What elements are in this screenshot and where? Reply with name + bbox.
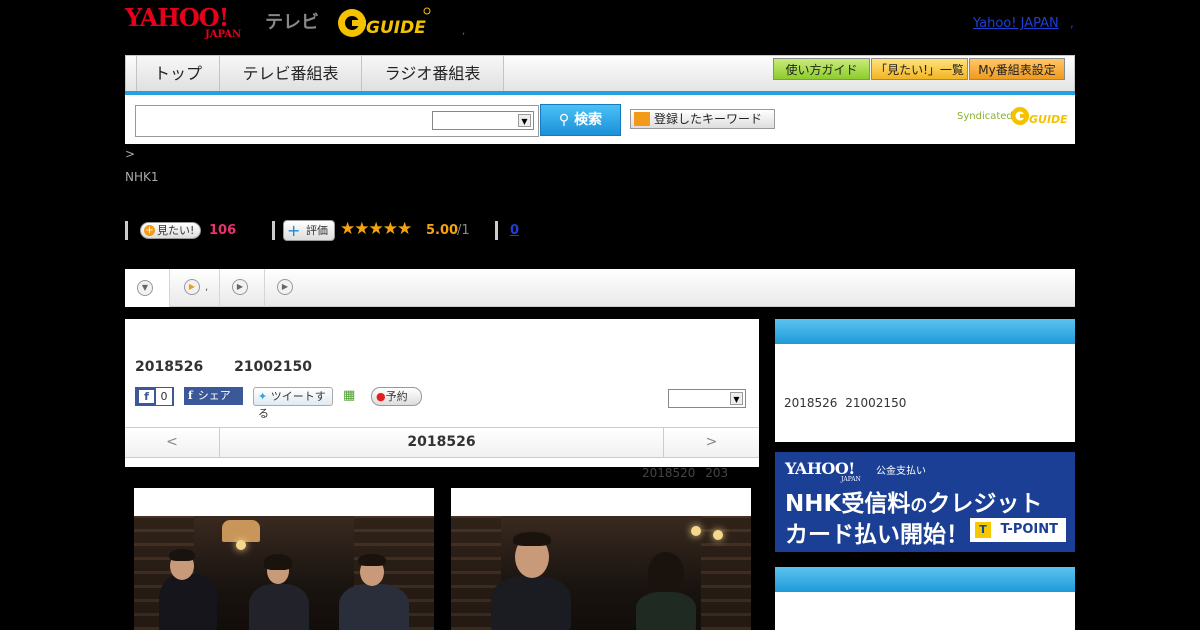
dropdown-arrow-icon — [634, 112, 650, 126]
channel-name: NHK1 — [125, 170, 159, 184]
want-list-button[interactable]: 「見たい!」一覧 — [871, 58, 968, 80]
subtab-2-label: , — [205, 282, 209, 293]
facebook-like-count: 0 — [156, 388, 172, 405]
reserve-button[interactable]: ●予約 — [371, 387, 422, 406]
rating-count: /1 — [457, 223, 470, 238]
usage-guide-button[interactable]: 使い方ガイド — [773, 58, 870, 80]
ad-headline-part: の — [910, 496, 928, 516]
play-icon: ▶ — [184, 279, 200, 295]
svg-text:GUIDE: GUIDE — [1029, 113, 1068, 126]
divider — [495, 221, 498, 240]
rate-button[interactable]: + 評価 — [283, 220, 335, 241]
ad-subtitle: 公金支払い — [876, 466, 926, 477]
saved-keywords-label: 登録したキーワード — [654, 112, 763, 126]
select-arrow-icon: ▼ — [518, 114, 531, 127]
sidebar-box-header — [775, 319, 1075, 344]
tpoint-label: T-POINT — [1000, 522, 1058, 537]
air-time: 2018526 21002150 — [135, 359, 312, 375]
previous-date-button[interactable]: < — [125, 428, 220, 457]
select-arrow-icon: ▼ — [730, 392, 743, 405]
tweet-button[interactable]: ✦ ツイートする — [253, 387, 333, 420]
program-photo — [451, 516, 751, 630]
ad-headline-part: NHK受信料 — [785, 491, 911, 517]
ad-tpoint-badge: T T-POINT — [970, 518, 1066, 542]
page: YAHOO! JAPAN テレビ GUIDE , Yahoo! JAPAN , … — [0, 0, 1200, 630]
program-detail-panel: 2018526 21002150 f0 f シェア ✦ ツイートする ▦ ●予約 … — [125, 319, 759, 467]
record-icon: ● — [376, 390, 386, 403]
subtab-4[interactable]: ▶ — [265, 269, 310, 307]
gguide-logo[interactable]: GUIDE — [336, 6, 432, 40]
tab-tv-schedule[interactable]: テレビ番組表 — [220, 56, 362, 91]
divider — [125, 221, 128, 240]
plus-icon: + — [287, 221, 301, 240]
rating-stars: ★★★★★ — [340, 219, 412, 239]
program-photo — [134, 516, 434, 630]
facebook-icon: f — [139, 390, 154, 403]
facebook-share-button[interactable]: f シェア — [184, 387, 243, 405]
global-nav: トップ テレビ番組表 ラジオ番組表 使い方ガイド 「見たい!」一覧 My番組表設… — [125, 55, 1075, 92]
program-select[interactable]: ▼ — [668, 389, 746, 408]
tab-radio-schedule[interactable]: ラジオ番組表 — [362, 56, 504, 91]
want-count: 106 — [209, 223, 237, 238]
saved-keywords-button[interactable]: 登録したキーワード — [630, 109, 775, 129]
search-area: ▼ ⚲ 検索 登録したキーワード Syndicated GUIDE — [125, 95, 1075, 144]
date-navigation: < 2018526 > — [125, 427, 759, 458]
sidebar-broadcast-box: 2018526 21002150 — [775, 319, 1075, 442]
divider — [272, 221, 275, 240]
ad-yahoo-japan: JAPAN — [841, 476, 861, 483]
header-comma: , — [1070, 16, 1074, 30]
want-button[interactable]: + 見たい! — [140, 222, 202, 239]
subtab-2[interactable]: ▶ , — [170, 269, 220, 307]
updated-timestamp: 2018520 203 — [642, 466, 729, 480]
search-button-label: 検索 — [574, 112, 603, 128]
share-label: シェア — [197, 389, 231, 402]
chevron-down-icon: ▼ — [137, 280, 153, 296]
search-button[interactable]: ⚲ 検索 — [540, 104, 621, 136]
plus-icon: + — [144, 225, 155, 236]
review-count-link[interactable]: 0 — [510, 223, 519, 238]
syndicated-gguide-logo: GUIDE — [1011, 107, 1068, 126]
svg-text:GUIDE: GUIDE — [366, 18, 426, 38]
reserve-label: 予約 — [385, 390, 408, 403]
subtab-3[interactable]: ▶ — [220, 269, 265, 307]
tpoint-icon: T — [975, 522, 991, 538]
play-icon: ▶ — [232, 279, 248, 295]
syndicated-label: Syndicated — [957, 111, 1013, 122]
ad-headline-1: NHK受信料のクレジット — [785, 484, 1042, 518]
next-date-button[interactable]: > — [663, 428, 759, 457]
program-image-card[interactable] — [451, 488, 751, 630]
current-date: 2018526 — [407, 434, 476, 450]
tab-top[interactable]: トップ — [136, 56, 220, 91]
calendar-add-icon[interactable]: ▦ — [343, 388, 359, 404]
ad-headline-2: カード払い開始！ — [785, 522, 969, 548]
my-schedule-settings-button[interactable]: My番組表設定 — [969, 58, 1065, 80]
facebook-like-button[interactable]: f0 — [135, 387, 174, 406]
sidebar-box-2 — [775, 567, 1075, 630]
tweet-label: ツイートする — [258, 390, 326, 420]
yahoo-japan-link[interactable]: Yahoo! JAPAN — [973, 16, 1059, 31]
breadcrumb[interactable]: > — [125, 147, 135, 161]
subtab-1[interactable]: ▼ — [125, 269, 170, 307]
ad-banner[interactable]: YAHOO! JAPAN 公金支払い NHK受信料のクレジット カード払い開始！… — [775, 452, 1075, 552]
program-image-card[interactable] — [134, 488, 434, 630]
tv-logo-text[interactable]: テレビ — [265, 8, 319, 34]
search-icon: ⚲ — [558, 112, 570, 128]
yahoo-logo-japan: JAPAN — [205, 29, 242, 40]
sidebar-box-header — [775, 567, 1075, 592]
facebook-icon: f — [188, 389, 193, 402]
twitter-bird-icon: ✦ — [258, 390, 268, 403]
program-subtabs: ▼ ▶ , ▶ ▶ — [125, 269, 1075, 307]
want-label: 見たい! — [157, 224, 195, 237]
yahoo-logo[interactable]: YAHOO! — [125, 6, 229, 30]
search-genre-select[interactable]: ▼ — [432, 111, 534, 130]
play-icon: ▶ — [277, 279, 293, 295]
rating-value: 5.00 — [426, 223, 459, 238]
sidebar-air-time: 2018526 21002150 — [784, 396, 907, 410]
rate-label: 評価 — [306, 224, 328, 237]
header-separator: , — [462, 26, 466, 37]
ad-headline-part: クレジット — [927, 491, 1043, 517]
